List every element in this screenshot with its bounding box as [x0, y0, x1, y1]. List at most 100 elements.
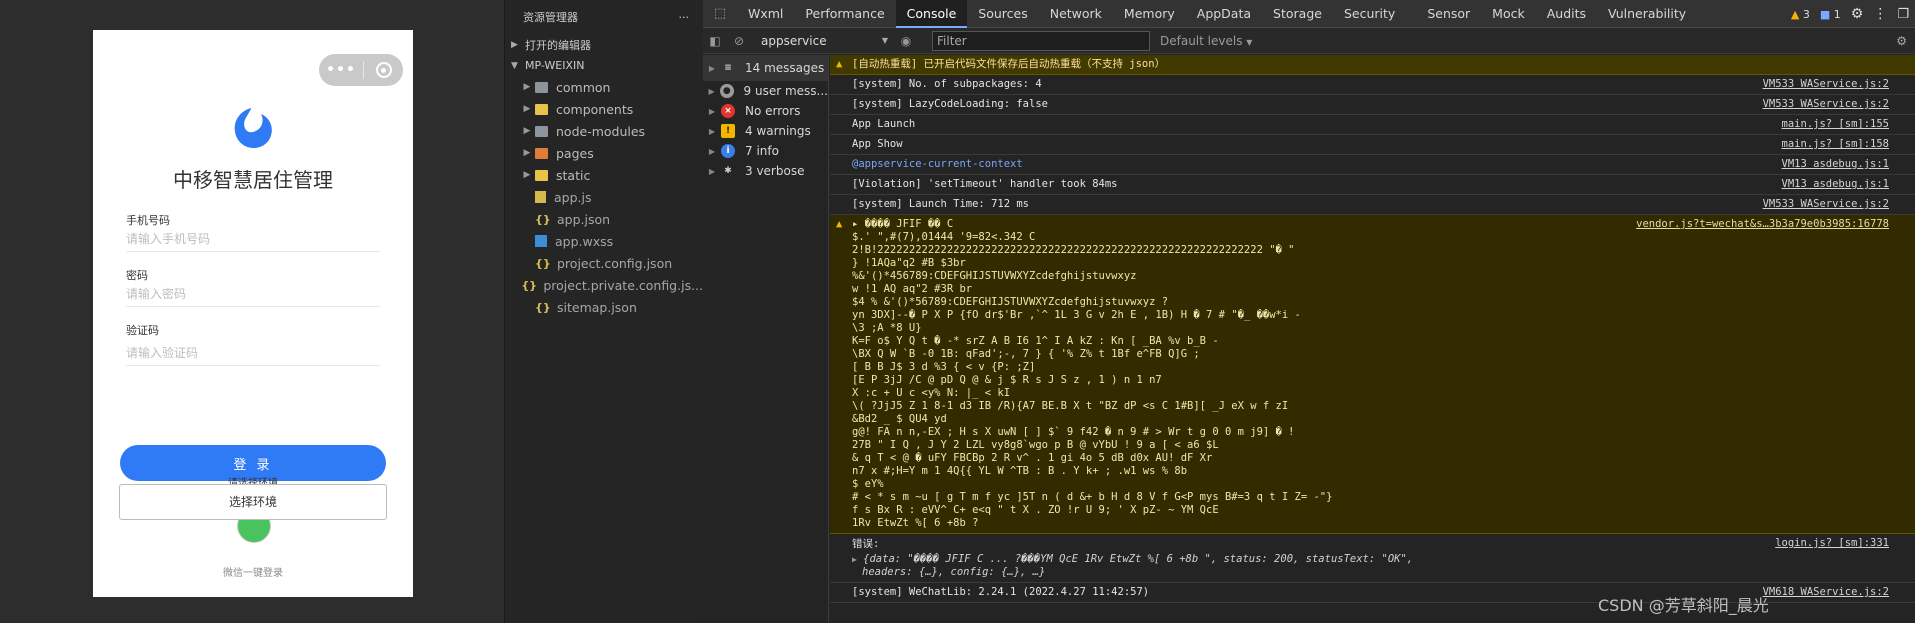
info-icon: i — [721, 144, 735, 158]
sidebar-item-info[interactable]: ▶ i 7 info — [703, 141, 828, 161]
sidebar-item-verbose[interactable]: ▶ ✱ 3 verbose — [703, 161, 828, 181]
sidebar-item-list[interactable]: ▶ ≡ 14 messages — [703, 55, 828, 81]
tab-security[interactable]: Security — [1333, 0, 1406, 28]
tab-memory[interactable]: Memory — [1113, 0, 1186, 28]
kebab-menu-icon[interactable]: ⋮ — [1873, 6, 1887, 22]
garbled-line: & q T < @ � uFY FBCBp 2 R v^ . 1 gi 4o 5… — [852, 452, 1213, 464]
phone-input[interactable] — [126, 226, 380, 252]
tree-item-project-config-json[interactable]: {} project.config.json — [505, 252, 703, 274]
tab-performance[interactable]: Performance — [794, 0, 895, 28]
user-icon: ● — [720, 84, 734, 98]
inspect-element-icon[interactable]: ⬚ — [703, 6, 737, 21]
source-link[interactable]: vendor.js?t=wechat&s…3b3a79e0b3985:16778 — [1636, 218, 1889, 231]
sidebar-item-user[interactable]: ▶ ● 9 user mess... — [703, 81, 828, 101]
open-editors-section[interactable]: ▶ 打开的编辑器 — [505, 34, 703, 55]
tree-item-label: project.private.config.js... — [543, 277, 703, 293]
tree-item-node-modules[interactable]: ▶ node-modules — [505, 120, 703, 142]
info-count: 1 — [1833, 7, 1841, 21]
console-settings-icon[interactable]: ⚙ — [1896, 34, 1907, 48]
more-icon[interactable]: ••• — [319, 62, 363, 78]
source-link[interactable]: main.js? [sm]:158 — [1782, 138, 1889, 151]
project-label: MP-WEIXIN — [525, 59, 585, 72]
wechat-login-label[interactable]: 微信一键登录 — [93, 564, 413, 579]
tree-item-components[interactable]: ▶ components — [505, 98, 703, 120]
tab-storage[interactable]: Storage — [1262, 0, 1333, 28]
open-editors-label: 打开的编辑器 — [525, 38, 591, 52]
tree-item-project-private-config-js-[interactable]: {} project.private.config.js... — [505, 274, 703, 296]
chevron-right-icon: ▶ — [708, 146, 716, 156]
log-levels-dropdown[interactable]: Default levels ▼ — [1160, 34, 1252, 48]
settings-icon[interactable]: ⚙ — [1851, 6, 1864, 22]
tab-appdata[interactable]: AppData — [1186, 0, 1262, 28]
password-input[interactable] — [126, 281, 380, 307]
sidebar-item-error[interactable]: ▶ × No errors — [703, 101, 828, 121]
close-miniprogram-icon[interactable] — [364, 62, 403, 78]
tab-sources[interactable]: Sources — [967, 0, 1038, 28]
source-link[interactable]: VM13 asdebug.js:1 — [1782, 158, 1889, 171]
tab-network[interactable]: Network — [1039, 0, 1113, 28]
tab-console[interactable]: Console — [895, 0, 968, 28]
more-actions-icon[interactable]: ··· — [679, 11, 690, 24]
tab-audits[interactable]: Audits — [1536, 0, 1597, 28]
mini-program-capsule[interactable]: ••• — [319, 54, 403, 86]
garbled-line: # < * s m ~u [ g T m f yc ]5T n ( d &+ b… — [852, 491, 1333, 503]
warn-count: 3 — [1802, 7, 1810, 21]
source-link[interactable]: VM533 WAService.js:2 — [1763, 198, 1889, 211]
log-list: [system] No. of subpackages: 4 VM533 WASe… — [830, 75, 1915, 215]
log-text: @appservice-current-context — [852, 158, 1023, 170]
verification-code-input[interactable] — [126, 340, 380, 366]
eye-icon[interactable]: ◉ — [894, 34, 918, 48]
tree-item-label: app.wxss — [555, 233, 614, 249]
context-select[interactable]: appservice ▼ — [759, 31, 894, 51]
tab-mock[interactable]: Mock — [1481, 0, 1536, 28]
source-link[interactable]: VM618 WAService.js:2 — [1763, 586, 1889, 599]
warnings-badge[interactable]: ▲ 3 — [1791, 8, 1810, 21]
tree-item-app-wxss[interactable]: app.wxss — [505, 230, 703, 252]
tree-item-app-json[interactable]: {} app.json — [505, 208, 703, 230]
tree-item-static[interactable]: ▶ static — [505, 164, 703, 186]
tree-item-sitemap-json[interactable]: {} sitemap.json — [505, 296, 703, 318]
verbose-icon: ✱ — [724, 166, 732, 176]
undock-icon[interactable]: ❐ — [1897, 7, 1909, 22]
error-object[interactable]: ▶ {data: "���� JFIF C ... ?���YM QcE 1Rv… — [852, 553, 1915, 566]
chevron-right-icon: ▶ — [523, 126, 531, 136]
expand-caret-icon[interactable]: ▶ — [852, 555, 857, 564]
json-file-icon: {} — [535, 256, 551, 270]
error-object-line2: headers: {…}, config: {…}, …} — [862, 566, 1046, 578]
explorer-title: 资源管理器 — [523, 11, 578, 24]
tree-item-common[interactable]: ▶ common — [505, 76, 703, 98]
tab-vulnerability[interactable]: Vulnerability — [1597, 0, 1697, 28]
context-value: appservice — [761, 33, 827, 48]
tab-wxml[interactable]: Wxml — [737, 0, 794, 28]
hot-reload-warning: ▲ [自动热重载] 已开启代码文件保存后自动热重载（不支持 json） — [830, 55, 1915, 75]
garbled-line: &Bd2 _ $ QU4 yd — [852, 413, 947, 425]
sidebar-toggle-icon[interactable]: ◧ — [703, 34, 727, 48]
sidebar-item-warning[interactable]: ▶! 4 warnings — [703, 121, 828, 141]
chevron-right-icon: ▶ — [523, 170, 531, 180]
source-link[interactable]: VM13 asdebug.js:1 — [1782, 178, 1889, 191]
clear-console-icon[interactable]: ⊘ — [727, 34, 751, 48]
project-section[interactable]: ▼ MP-WEIXIN — [505, 55, 703, 76]
source-link[interactable]: VM533 WAService.js:2 — [1763, 78, 1889, 91]
info-badge[interactable]: ■ 1 — [1820, 8, 1841, 21]
js-file-icon — [535, 191, 546, 203]
login-button[interactable]: 登 录 — [120, 445, 386, 481]
chevron-right-icon: ▶ — [511, 39, 518, 50]
caret-down-icon: ▼ — [881, 36, 888, 45]
log-row: App Show main.js? [sm]:158 — [830, 135, 1915, 155]
source-link[interactable]: VM533 WAService.js:2 — [1763, 98, 1889, 111]
chevron-right-icon: ▶ — [708, 86, 715, 96]
filter-input[interactable] — [932, 30, 1150, 51]
garbled-line: $.' ",#(7),01444 '9=82<.342 C — [852, 231, 1036, 243]
tree-item-pages[interactable]: ▶ pages — [505, 142, 703, 164]
source-link[interactable]: login.js? [sm]:331 — [1775, 537, 1889, 550]
sidebar-item-label: No errors — [745, 104, 801, 118]
caret-down-icon: ▼ — [1246, 37, 1253, 47]
source-link[interactable]: main.js? [sm]:155 — [1782, 118, 1889, 131]
explorer-header: 资源管理器 ··· — [505, 0, 703, 34]
tab-sensor[interactable]: Sensor — [1416, 0, 1481, 28]
select-env-button[interactable]: 选择环境 — [119, 484, 387, 520]
tree-item-label: static — [556, 167, 591, 183]
tree-item-app-js[interactable]: app.js — [505, 186, 703, 208]
log-text: [Violation] 'setTimeout' handler took 84… — [852, 178, 1118, 190]
